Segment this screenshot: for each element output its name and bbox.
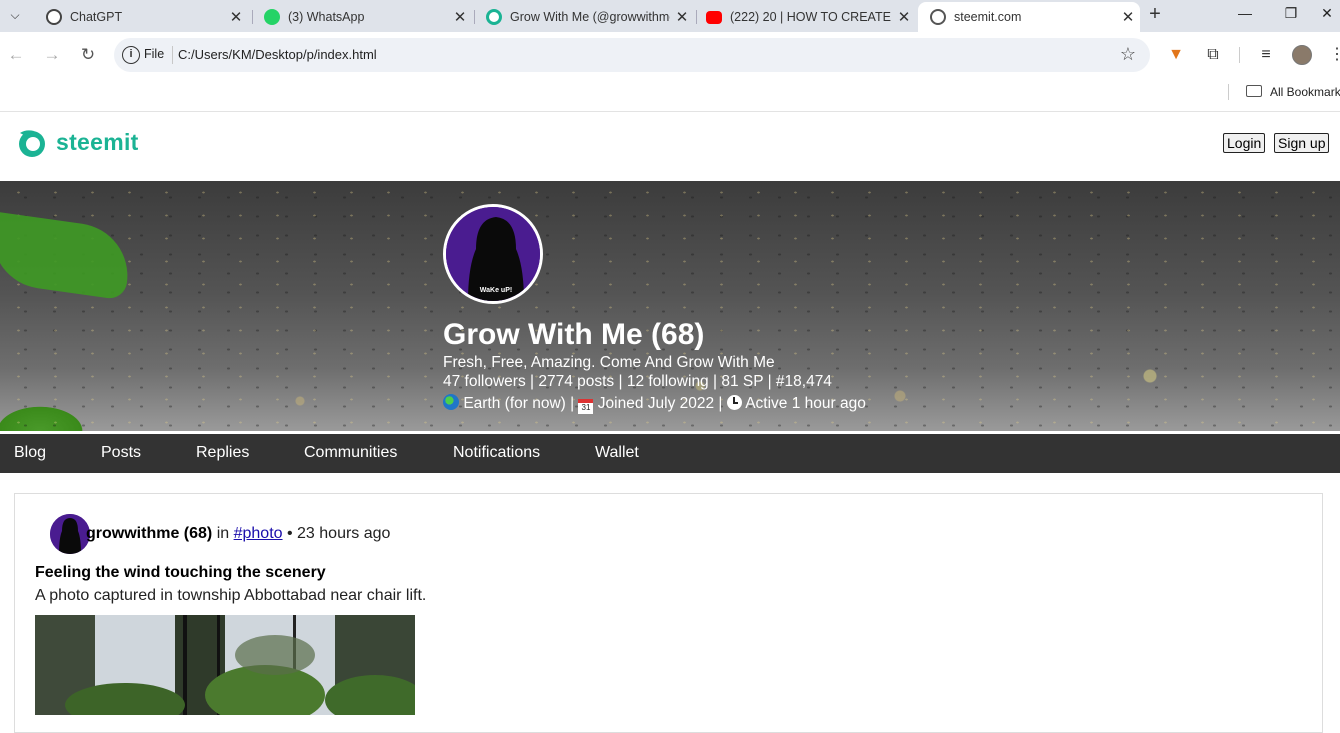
browser-tab-whatsapp[interactable]: (3) WhatsApp ✕ — [252, 2, 472, 32]
browser-menu-icon[interactable]: ⋮ — [1326, 44, 1340, 66]
url-text[interactable]: C:/Users/KM/Desktop/p/index.html — [178, 47, 377, 62]
site-header: steemit Login Sign up — [0, 112, 1340, 181]
post-card: growwithme (68) in #photo • 23 hours ago… — [14, 493, 1323, 733]
browser-tab-youtube[interactable]: (222) 20 | HOW TO CREATE A ✕ — [694, 2, 916, 32]
post-title[interactable]: Feeling the wind touching the scenery — [35, 564, 326, 582]
post-photo[interactable] — [35, 615, 415, 715]
close-tab-icon[interactable]: ✕ — [224, 8, 248, 26]
extensions-puzzle-icon[interactable]: ⧉ — [1202, 44, 1224, 66]
nav-notifications[interactable]: Notifications — [453, 444, 540, 462]
close-tab-icon[interactable]: ✕ — [670, 8, 694, 26]
profile-stats: 47 followers | 2774 posts | 12 following… — [443, 373, 832, 390]
close-window-button[interactable]: ✕ — [1304, 0, 1340, 26]
post-meta: growwithme (68) in #photo • 23 hours ago — [86, 525, 390, 543]
profile-avatar-icon[interactable] — [1292, 45, 1312, 65]
profile-active: Active 1 hour ago — [745, 395, 866, 412]
post-photo-scenery — [35, 615, 415, 715]
all-bookmarks-link[interactable]: All Bookmarks — [1270, 85, 1340, 99]
close-tab-icon[interactable]: ✕ — [1116, 8, 1140, 26]
profile-about: Fresh, Free, Amazing. Come And Grow With… — [443, 354, 775, 371]
chatgpt-icon — [46, 9, 62, 25]
bookmarks-bar: All Bookmarks — [0, 78, 1340, 112]
forward-arrow-icon[interactable]: → — [39, 42, 65, 68]
metamask-fox-icon[interactable]: ▼ — [1165, 44, 1187, 66]
tab-title: (222) 20 | HOW TO CREATE A — [730, 10, 892, 24]
calendar-icon: 31 — [578, 399, 594, 414]
nav-posts[interactable]: Posts — [101, 444, 141, 462]
steemit-logo-icon[interactable] — [16, 127, 48, 159]
toolbar-divider — [1239, 47, 1240, 63]
nav-blog[interactable]: Blog — [14, 444, 46, 462]
post-tag-link[interactable]: #photo — [234, 525, 283, 542]
profile-nav: Blog Posts Replies Communities Notificat… — [0, 434, 1340, 473]
steemit-logo-text[interactable]: steemit — [56, 129, 139, 156]
scheme-label: File — [144, 47, 165, 61]
minimize-window-button[interactable]: — — [1222, 0, 1268, 26]
browser-tab-steemit-active[interactable]: steemit.com ✕ — [918, 2, 1140, 32]
reload-icon[interactable]: ↻ — [75, 42, 101, 68]
post-in-label: in — [216, 525, 230, 542]
close-tab-icon[interactable]: ✕ — [448, 8, 472, 26]
address-divider — [172, 46, 173, 64]
profile-joined: Joined July 2022 — [597, 395, 715, 412]
tab-title: Grow With Me (@growwithme — [510, 10, 670, 24]
site-info-icon[interactable]: i — [122, 46, 140, 64]
post-description: A photo captured in township Abbottabad … — [35, 587, 427, 604]
profile-name: Grow With Me (68) — [443, 318, 705, 351]
browser-tab-chatgpt[interactable]: ChatGPT ✕ — [34, 2, 248, 32]
media-control-icon[interactable]: ≡ — [1255, 44, 1277, 66]
avatar-caption: WaKe uP! — [480, 287, 512, 294]
bookmark-star-icon[interactable]: ☆ — [1120, 44, 1136, 65]
nav-wallet[interactable]: Wallet — [595, 444, 639, 462]
address-bar[interactable]: i File C:/Users/KM/Desktop/p/index.html … — [114, 38, 1150, 72]
tab-search-icon[interactable]: ⌵ — [4, 4, 26, 26]
signup-button[interactable]: Sign up — [1274, 133, 1330, 153]
whatsapp-icon — [264, 9, 280, 25]
browser-tab-steemit-profile[interactable]: Grow With Me (@growwithme ✕ — [474, 2, 694, 32]
post-author-link[interactable]: growwithme (68) — [86, 525, 212, 542]
nav-replies[interactable]: Replies — [196, 444, 249, 462]
youtube-icon — [706, 10, 722, 24]
login-button[interactable]: Login — [1223, 133, 1266, 153]
profile-location: Earth (for now) — [463, 395, 566, 412]
bookmarks-divider — [1228, 84, 1229, 100]
profile-details: Earth (for now) | 31 Joined July 2022 | … — [443, 394, 866, 414]
profile-avatar[interactable]: WaKe uP! — [443, 204, 543, 304]
avatar-silhouette-icon — [50, 514, 90, 554]
tab-title: ChatGPT — [70, 10, 123, 24]
post-time: • 23 hours ago — [286, 525, 391, 542]
tab-title: (3) WhatsApp — [288, 10, 365, 24]
folder-icon[interactable] — [1246, 85, 1262, 97]
globe-icon — [930, 9, 946, 25]
steemit-icon — [486, 9, 502, 25]
new-tab-button[interactable]: + — [1144, 3, 1166, 25]
post-author-avatar[interactable] — [50, 514, 90, 554]
nav-communities[interactable]: Communities — [304, 444, 397, 462]
browser-tab-bar: ⌵ ChatGPT ✕ (3) WhatsApp ✕ Grow With Me … — [0, 0, 1340, 32]
globe-icon — [443, 394, 459, 410]
clock-icon — [726, 395, 742, 410]
close-tab-icon[interactable]: ✕ — [892, 8, 916, 26]
tab-title: steemit.com — [954, 10, 1022, 24]
back-arrow-icon[interactable]: ← — [3, 42, 29, 68]
browser-toolbar: ← → ↻ i File C:/Users/KM/Desktop/p/index… — [0, 32, 1340, 78]
